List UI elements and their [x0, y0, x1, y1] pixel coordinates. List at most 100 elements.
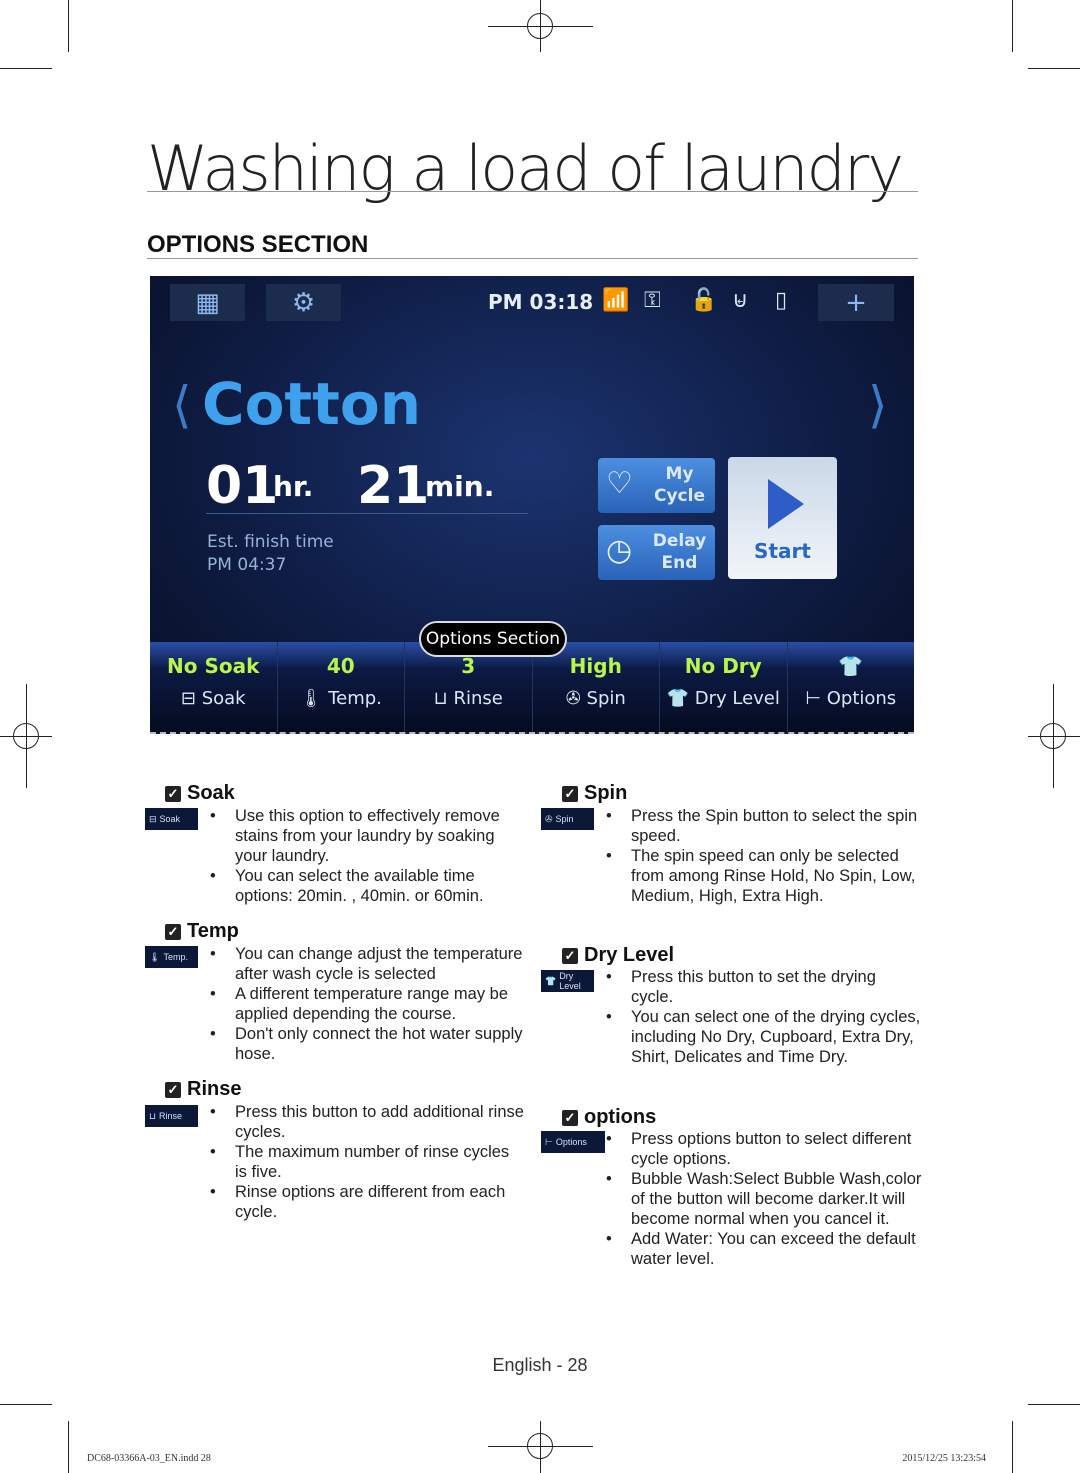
- options-icon: ⊢: [545, 1136, 553, 1147]
- list-item: You can select the available time option…: [210, 866, 525, 906]
- list-item: Press this button to add additional rins…: [210, 1102, 525, 1142]
- option-label: 👕 Dry Level: [666, 688, 780, 709]
- list-item: The maximum number of rinse cycles is fi…: [210, 1142, 525, 1182]
- heart-head-icon: ♡: [606, 466, 633, 501]
- option-value: No Dry: [684, 654, 762, 678]
- checkbox-icon: ✓: [562, 1109, 578, 1126]
- option-soak[interactable]: No Soak ⊟ Soak: [150, 642, 278, 732]
- crop-mark: [0, 1404, 52, 1405]
- plus-icon: +: [845, 287, 867, 318]
- rinse-icon: ⊔: [433, 688, 454, 709]
- options-badge: ⊢ Options: [541, 1131, 605, 1153]
- rinse-badge: ⊔ Rinse: [145, 1105, 198, 1127]
- checkbox-icon: ✓: [562, 947, 578, 964]
- spin-badge: ✇ Spin: [541, 808, 594, 830]
- divider: [206, 513, 528, 514]
- hours-unit: hr.: [273, 470, 314, 503]
- list-item: The spin speed can only be selected from…: [606, 846, 921, 906]
- start-button[interactable]: Start: [728, 457, 837, 579]
- list-item: Don't only connect the hot water supply …: [210, 1024, 525, 1064]
- list-item: Press the Spin button to select the spin…: [606, 806, 921, 846]
- options-section-callout: Options Section: [419, 621, 567, 657]
- options-icon: ⊢: [805, 688, 827, 709]
- rinse-heading: ✓ Rinse: [165, 1078, 241, 1101]
- option-label: ⊟ Soak: [180, 688, 246, 709]
- option-value: 40: [326, 654, 355, 678]
- option-value: High: [569, 654, 622, 678]
- option-label: ⊢ Options: [805, 688, 897, 709]
- next-cycle-chevron-icon[interactable]: ⟩: [868, 376, 888, 434]
- est-finish-time: PM 04:37: [207, 555, 287, 575]
- checkbox-icon: ✓: [165, 785, 181, 802]
- option-temp[interactable]: 40 🌡 Temp.: [278, 642, 405, 732]
- apps-button[interactable]: ▦: [170, 284, 245, 321]
- checkbox-icon: ✓: [562, 785, 578, 802]
- my-cycle-button[interactable]: ♡ My Cycle: [598, 458, 715, 513]
- soak-icon: ⊟: [149, 813, 157, 824]
- spin-icon: ✇: [565, 688, 587, 709]
- washer-screen: ▦ ⚙ PM 03:18 📶 ⚿ 🔓 ⊌ ▯ + ⟨ Cotton ⟩ 01 h…: [150, 276, 914, 734]
- registration-circle: [527, 13, 553, 39]
- est-finish-label: Est. finish time: [207, 532, 334, 552]
- option-value: 3: [461, 654, 476, 678]
- list-item: You can select one of the drying cycles,…: [606, 1007, 921, 1067]
- play-icon: [768, 479, 804, 529]
- list-item: Use this option to effectively remove st…: [210, 806, 525, 866]
- lock-icon: 🔓: [690, 288, 718, 313]
- wifi-icon: 📶: [602, 288, 630, 313]
- settings-button[interactable]: ⚙: [266, 284, 341, 321]
- divider: [147, 191, 918, 192]
- temp-bullets: You can change adjust the temperature af…: [210, 944, 525, 1064]
- prev-cycle-chevron-icon[interactable]: ⟨: [172, 376, 192, 434]
- dry-level-badge: 👕 Dry Level: [541, 970, 594, 992]
- clock-icon: ◷: [606, 533, 633, 568]
- shirt-icon: 👕: [545, 975, 557, 986]
- gear-icon: ⚙: [291, 287, 316, 318]
- slug-date: 2015/12/25 13:23:54: [902, 1453, 986, 1464]
- page-title: Washing a load of laundry: [147, 132, 904, 205]
- minutes-unit: min.: [425, 470, 495, 503]
- soak-bullets: Use this option to effectively remove st…: [210, 806, 525, 906]
- spin-icon: ✇: [545, 813, 553, 824]
- options-heading: ✓ options: [562, 1106, 656, 1129]
- add-button[interactable]: +: [818, 284, 894, 321]
- list-item: A different temperature range may be app…: [210, 984, 525, 1024]
- start-label: Start: [754, 539, 811, 563]
- divider: [147, 258, 918, 259]
- grid-icon: ▦: [195, 287, 220, 318]
- rinse-icon: ⊔: [149, 1110, 157, 1121]
- list-item: Rinse options are different from each cy…: [210, 1182, 525, 1222]
- tub-icon: ⊌: [732, 288, 749, 313]
- shirt-icon: 👕: [666, 688, 695, 709]
- crop-mark: [1028, 1404, 1080, 1405]
- slug-file: DC68-03366A-03_EN.indd 28: [87, 1453, 211, 1464]
- minutes-value: 21: [357, 456, 430, 516]
- temp-badge: 🌡 Temp.: [145, 946, 198, 968]
- bubble-shirt-icon: 👕: [838, 654, 864, 678]
- option-options[interactable]: 👕 ⊢ Options: [788, 642, 915, 732]
- temp-heading: ✓ Temp: [165, 920, 239, 943]
- soak-icon: ⊟: [180, 688, 202, 709]
- thermometer-icon: 🌡: [299, 688, 329, 709]
- list-item: Press this button to set the drying cycl…: [606, 967, 921, 1007]
- option-value: No Soak: [167, 654, 260, 678]
- option-label: ✇ Spin: [565, 688, 626, 709]
- key-icon: ⚿: [644, 288, 661, 313]
- registration-circle: [13, 723, 39, 749]
- crop-mark: [1028, 68, 1080, 69]
- crop-mark: [68, 0, 69, 52]
- phone-icon: ▯: [775, 288, 788, 313]
- spin-bullets: Press the Spin button to select the spin…: [606, 806, 921, 906]
- option-label: ⊔ Rinse: [433, 688, 503, 709]
- list-item: You can change adjust the temperature af…: [210, 944, 525, 984]
- clock: PM 03:18: [488, 290, 594, 314]
- soak-badge: ⊟ Soak: [145, 808, 198, 830]
- registration-circle: [527, 1433, 553, 1459]
- list-item: Add Water: You can exceed the default wa…: [606, 1229, 923, 1269]
- registration-circle: [1040, 723, 1066, 749]
- rinse-bullets: Press this button to add additional rins…: [210, 1102, 525, 1222]
- option-dry-level[interactable]: No Dry 👕 Dry Level: [660, 642, 788, 732]
- crop-mark: [0, 68, 52, 69]
- delay-end-button[interactable]: ◷ Delay End: [598, 525, 715, 580]
- soak-heading: ✓ Soak: [165, 782, 235, 805]
